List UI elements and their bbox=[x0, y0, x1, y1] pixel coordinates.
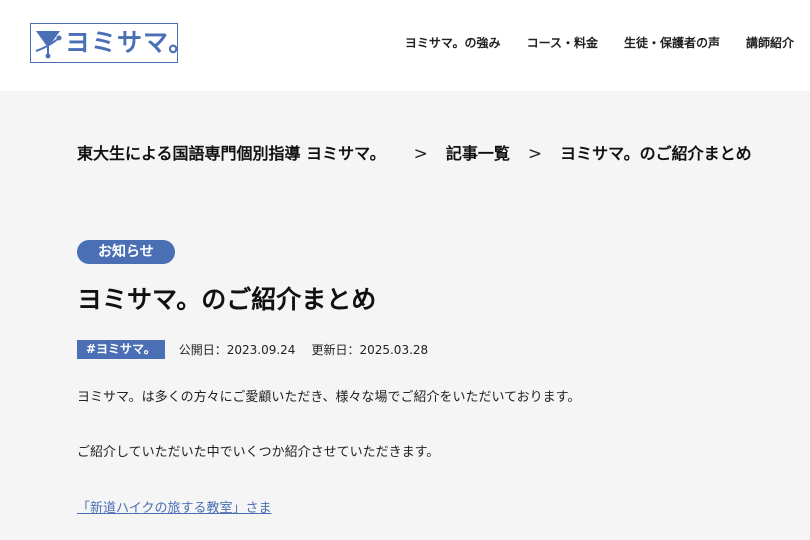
published-value: 2023.09.24 bbox=[226, 343, 296, 357]
nav-instructors[interactable]: 講師紹介 bbox=[746, 35, 794, 51]
breadcrumb-articles[interactable]: 記事一覧 bbox=[446, 143, 510, 165]
logo-text: ヨミサマ。 bbox=[65, 28, 195, 57]
tag-badge[interactable]: #ヨミサマ。 bbox=[77, 340, 165, 359]
nav-courses-pricing[interactable]: コース・料金 bbox=[527, 35, 598, 51]
logo-swoosh-icon bbox=[35, 35, 62, 52]
main-nav: ヨミサマ。の強み コース・料金 生徒・保護者の声 講師紹介 bbox=[405, 35, 794, 51]
breadcrumb-separator-icon: > bbox=[527, 144, 543, 164]
breadcrumb-current: ヨミサマ。のご紹介まとめ bbox=[560, 144, 752, 163]
updated-value: 2025.03.28 bbox=[359, 343, 429, 357]
breadcrumb-separator-icon: > bbox=[413, 144, 428, 164]
site-header: ヨミサマ。 ヨミサマ。の強み コース・料金 生徒・保護者の声 講師紹介 bbox=[0, 0, 810, 91]
published-date: 公開日：2023.09.24 bbox=[179, 339, 296, 360]
nav-strengths[interactable]: ヨミサマ。の強み bbox=[405, 35, 501, 51]
breadcrumb: 東大生による国語専門個別指導 ヨミサマ。 > 記事一覧 > ヨミサマ。のご紹介ま… bbox=[77, 143, 752, 165]
updated-label: 更新日： bbox=[311, 343, 360, 357]
breadcrumb-home[interactable]: 東大生による国語専門個別指導 ヨミサマ。 bbox=[77, 143, 386, 165]
site-logo[interactable]: ヨミサマ。 bbox=[30, 23, 193, 63]
updated-date: 更新日：2025.03.28 bbox=[311, 339, 428, 360]
page-title: ヨミサマ。のご紹介まとめ bbox=[77, 285, 377, 314]
article-paragraph: ヨミサマ。は多くの方々にご愛顧いただき、様々な場でご紹介をいただいております。 bbox=[77, 390, 581, 405]
article-paragraph: ご紹介していただいた中でいくつか紹介させていただきます。 bbox=[77, 445, 440, 460]
category-badge[interactable]: お知らせ bbox=[77, 240, 175, 264]
published-label: 公開日： bbox=[178, 343, 227, 357]
nav-testimonials[interactable]: 生徒・保護者の声 bbox=[624, 35, 720, 51]
article-link[interactable]: 「新道ハイクの旅する教室」さま bbox=[77, 499, 271, 519]
article-meta: #ヨミサマ。 公開日：2023.09.24 更新日：2025.03.28 bbox=[77, 339, 444, 360]
